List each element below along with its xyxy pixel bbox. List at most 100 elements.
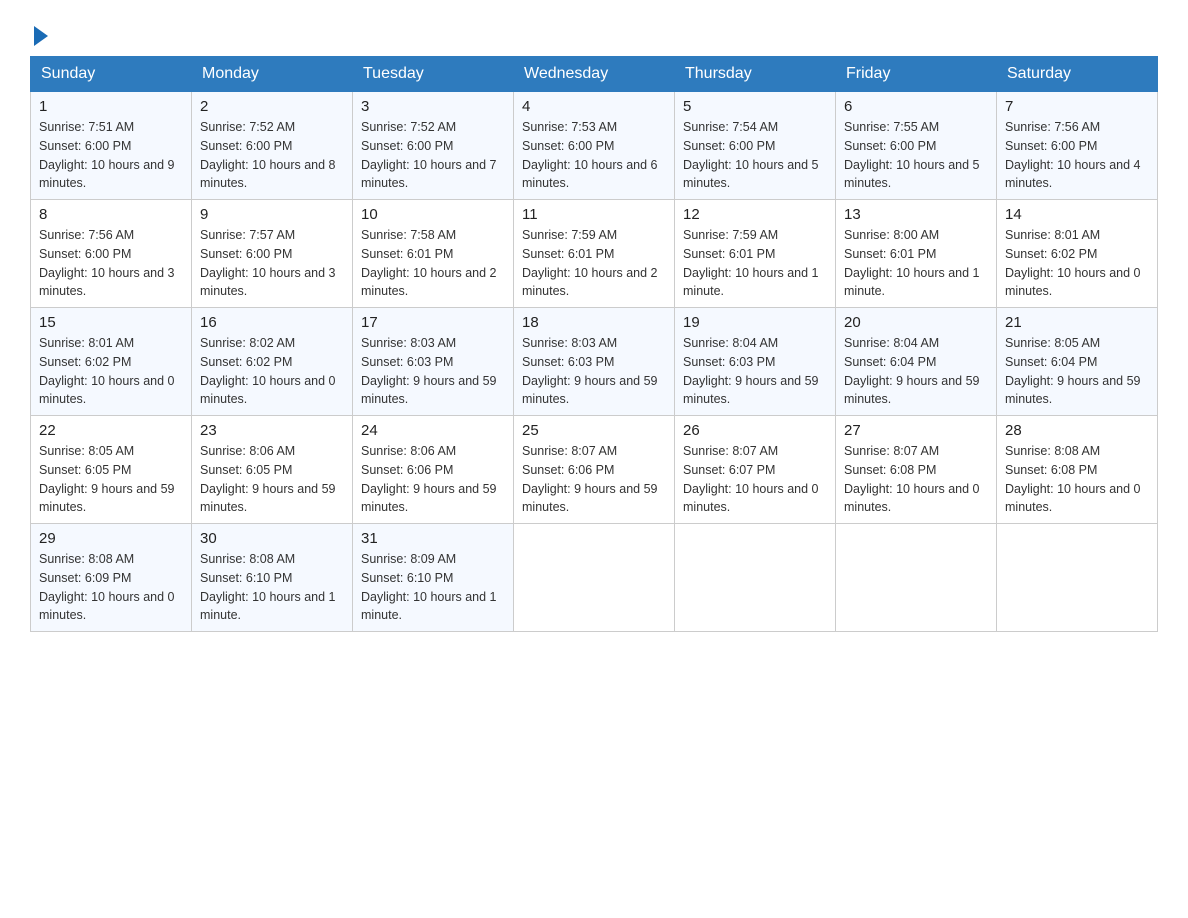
day-number: 25 [522,422,666,439]
calendar-cell: 7 Sunrise: 7:56 AMSunset: 6:00 PMDayligh… [997,92,1158,200]
day-number: 22 [39,422,183,439]
day-info: Sunrise: 7:56 AMSunset: 6:00 PMDaylight:… [39,228,175,298]
day-number: 19 [683,314,827,331]
logo [30,20,48,46]
day-info: Sunrise: 7:52 AMSunset: 6:00 PMDaylight:… [200,120,336,190]
calendar-cell: 29 Sunrise: 8:08 AMSunset: 6:09 PMDaylig… [31,524,192,632]
calendar-cell: 27 Sunrise: 8:07 AMSunset: 6:08 PMDaylig… [836,416,997,524]
calendar-cell: 24 Sunrise: 8:06 AMSunset: 6:06 PMDaylig… [353,416,514,524]
day-info: Sunrise: 8:03 AMSunset: 6:03 PMDaylight:… [361,336,497,406]
header-saturday: Saturday [997,57,1158,92]
day-number: 13 [844,206,988,223]
calendar-cell: 5 Sunrise: 7:54 AMSunset: 6:00 PMDayligh… [675,92,836,200]
day-info: Sunrise: 8:03 AMSunset: 6:03 PMDaylight:… [522,336,658,406]
day-number: 8 [39,206,183,223]
page-header [30,20,1158,46]
day-number: 26 [683,422,827,439]
day-number: 21 [1005,314,1149,331]
calendar-cell: 2 Sunrise: 7:52 AMSunset: 6:00 PMDayligh… [192,92,353,200]
calendar-cell: 4 Sunrise: 7:53 AMSunset: 6:00 PMDayligh… [514,92,675,200]
day-number: 9 [200,206,344,223]
day-number: 16 [200,314,344,331]
day-info: Sunrise: 8:09 AMSunset: 6:10 PMDaylight:… [361,552,497,622]
calendar-cell: 19 Sunrise: 8:04 AMSunset: 6:03 PMDaylig… [675,308,836,416]
calendar-cell: 17 Sunrise: 8:03 AMSunset: 6:03 PMDaylig… [353,308,514,416]
calendar-cell: 15 Sunrise: 8:01 AMSunset: 6:02 PMDaylig… [31,308,192,416]
calendar-cell: 6 Sunrise: 7:55 AMSunset: 6:00 PMDayligh… [836,92,997,200]
calendar-cell: 3 Sunrise: 7:52 AMSunset: 6:00 PMDayligh… [353,92,514,200]
day-number: 3 [361,98,505,115]
day-number: 31 [361,530,505,547]
header-tuesday: Tuesday [353,57,514,92]
day-number: 6 [844,98,988,115]
calendar-cell: 1 Sunrise: 7:51 AMSunset: 6:00 PMDayligh… [31,92,192,200]
day-info: Sunrise: 8:02 AMSunset: 6:02 PMDaylight:… [200,336,336,406]
day-info: Sunrise: 8:00 AMSunset: 6:01 PMDaylight:… [844,228,980,298]
header-thursday: Thursday [675,57,836,92]
calendar-cell: 16 Sunrise: 8:02 AMSunset: 6:02 PMDaylig… [192,308,353,416]
calendar-cell: 21 Sunrise: 8:05 AMSunset: 6:04 PMDaylig… [997,308,1158,416]
header-wednesday: Wednesday [514,57,675,92]
day-number: 30 [200,530,344,547]
calendar-week-row: 22 Sunrise: 8:05 AMSunset: 6:05 PMDaylig… [31,416,1158,524]
calendar-cell: 22 Sunrise: 8:05 AMSunset: 6:05 PMDaylig… [31,416,192,524]
day-info: Sunrise: 7:53 AMSunset: 6:00 PMDaylight:… [522,120,658,190]
day-info: Sunrise: 8:01 AMSunset: 6:02 PMDaylight:… [39,336,175,406]
day-number: 14 [1005,206,1149,223]
day-info: Sunrise: 8:05 AMSunset: 6:05 PMDaylight:… [39,444,175,514]
calendar-cell: 30 Sunrise: 8:08 AMSunset: 6:10 PMDaylig… [192,524,353,632]
day-info: Sunrise: 8:05 AMSunset: 6:04 PMDaylight:… [1005,336,1141,406]
day-info: Sunrise: 8:08 AMSunset: 6:09 PMDaylight:… [39,552,175,622]
calendar-cell: 25 Sunrise: 8:07 AMSunset: 6:06 PMDaylig… [514,416,675,524]
day-info: Sunrise: 7:52 AMSunset: 6:00 PMDaylight:… [361,120,497,190]
day-number: 24 [361,422,505,439]
calendar-cell [836,524,997,632]
calendar-cell: 8 Sunrise: 7:56 AMSunset: 6:00 PMDayligh… [31,200,192,308]
calendar-week-row: 8 Sunrise: 7:56 AMSunset: 6:00 PMDayligh… [31,200,1158,308]
day-info: Sunrise: 8:08 AMSunset: 6:08 PMDaylight:… [1005,444,1141,514]
calendar-cell: 31 Sunrise: 8:09 AMSunset: 6:10 PMDaylig… [353,524,514,632]
day-number: 5 [683,98,827,115]
logo-arrow-icon [34,26,48,46]
day-info: Sunrise: 7:59 AMSunset: 6:01 PMDaylight:… [683,228,819,298]
calendar-cell: 14 Sunrise: 8:01 AMSunset: 6:02 PMDaylig… [997,200,1158,308]
day-info: Sunrise: 7:54 AMSunset: 6:00 PMDaylight:… [683,120,819,190]
day-info: Sunrise: 8:04 AMSunset: 6:04 PMDaylight:… [844,336,980,406]
day-number: 28 [1005,422,1149,439]
day-info: Sunrise: 8:04 AMSunset: 6:03 PMDaylight:… [683,336,819,406]
logo-blue-text [30,30,48,46]
day-info: Sunrise: 7:57 AMSunset: 6:00 PMDaylight:… [200,228,336,298]
day-number: 10 [361,206,505,223]
day-info: Sunrise: 7:59 AMSunset: 6:01 PMDaylight:… [522,228,658,298]
header-friday: Friday [836,57,997,92]
day-info: Sunrise: 8:01 AMSunset: 6:02 PMDaylight:… [1005,228,1141,298]
day-number: 27 [844,422,988,439]
day-info: Sunrise: 8:08 AMSunset: 6:10 PMDaylight:… [200,552,336,622]
day-number: 2 [200,98,344,115]
day-number: 4 [522,98,666,115]
day-number: 11 [522,206,666,223]
day-info: Sunrise: 7:51 AMSunset: 6:00 PMDaylight:… [39,120,175,190]
day-number: 1 [39,98,183,115]
day-number: 17 [361,314,505,331]
calendar-cell: 18 Sunrise: 8:03 AMSunset: 6:03 PMDaylig… [514,308,675,416]
calendar-cell [514,524,675,632]
calendar-cell: 12 Sunrise: 7:59 AMSunset: 6:01 PMDaylig… [675,200,836,308]
calendar-cell: 26 Sunrise: 8:07 AMSunset: 6:07 PMDaylig… [675,416,836,524]
calendar-cell: 23 Sunrise: 8:06 AMSunset: 6:05 PMDaylig… [192,416,353,524]
day-info: Sunrise: 8:07 AMSunset: 6:08 PMDaylight:… [844,444,980,514]
day-number: 18 [522,314,666,331]
day-info: Sunrise: 8:07 AMSunset: 6:07 PMDaylight:… [683,444,819,514]
day-number: 20 [844,314,988,331]
calendar-cell: 20 Sunrise: 8:04 AMSunset: 6:04 PMDaylig… [836,308,997,416]
calendar-table: SundayMondayTuesdayWednesdayThursdayFrid… [30,56,1158,632]
day-info: Sunrise: 8:06 AMSunset: 6:05 PMDaylight:… [200,444,336,514]
day-number: 15 [39,314,183,331]
calendar-cell: 9 Sunrise: 7:57 AMSunset: 6:00 PMDayligh… [192,200,353,308]
day-number: 12 [683,206,827,223]
calendar-cell [997,524,1158,632]
calendar-cell: 28 Sunrise: 8:08 AMSunset: 6:08 PMDaylig… [997,416,1158,524]
day-info: Sunrise: 7:55 AMSunset: 6:00 PMDaylight:… [844,120,980,190]
calendar-cell: 10 Sunrise: 7:58 AMSunset: 6:01 PMDaylig… [353,200,514,308]
day-info: Sunrise: 8:06 AMSunset: 6:06 PMDaylight:… [361,444,497,514]
